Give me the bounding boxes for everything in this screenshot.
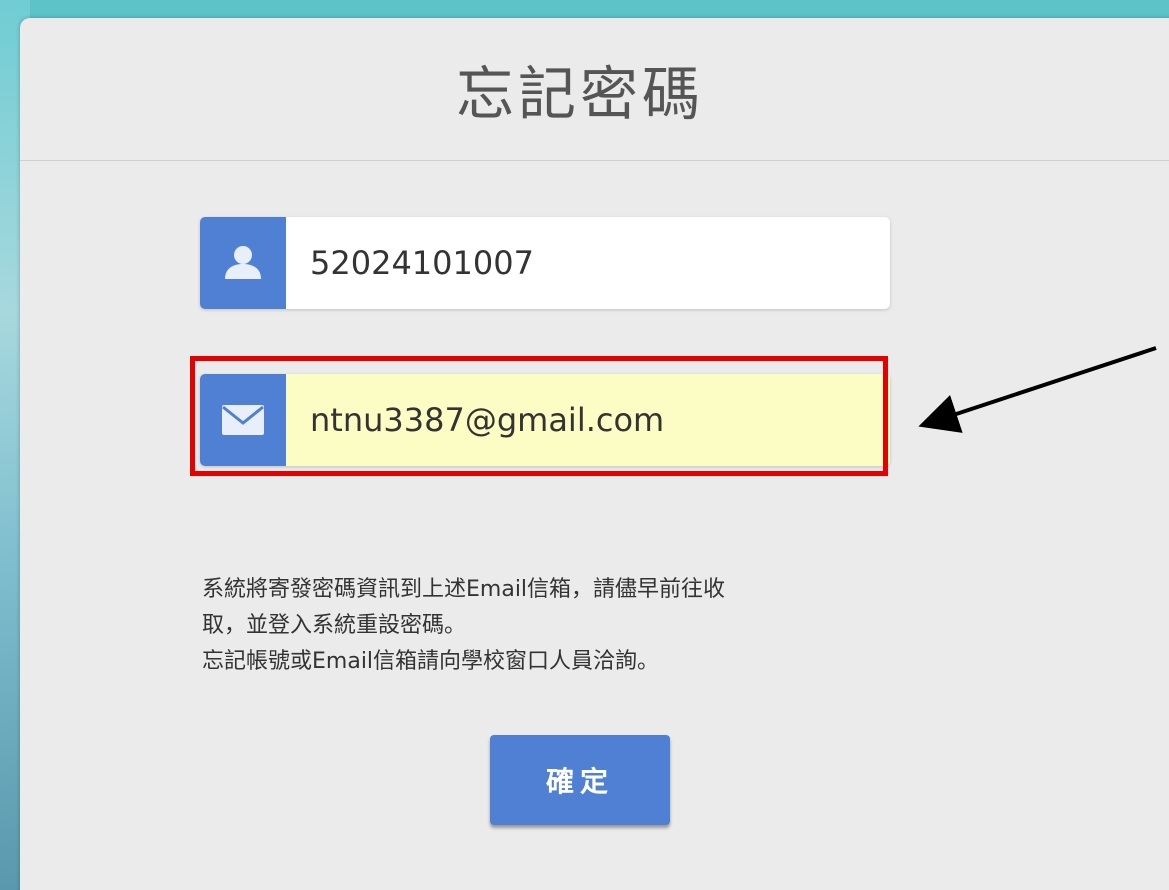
notice-line: 系統將寄發密碼資訊到上述Email信箱，請儘早前往收 [202, 577, 726, 602]
account-field[interactable]: 52024101007 [200, 217, 890, 309]
confirm-button[interactable]: 確定 [490, 735, 670, 825]
notice-line: 取，並登入系統重設密碼。 [202, 613, 467, 638]
highlight-box [190, 356, 888, 476]
account-input[interactable]: 52024101007 [286, 217, 890, 309]
notice-line: 忘記帳號或Email信箱請向學校窗口人員洽詢。 [202, 649, 660, 674]
account-addon [200, 217, 286, 309]
page-title: 忘記密碼 [455, 60, 704, 128]
panel-header: 忘記密碼 [20, 18, 1169, 161]
notice-text: 系統將寄發密碼資訊到上述Email信箱，請儘早前往收 取，並登入系統重設密碼。 … [202, 572, 942, 680]
user-icon [225, 246, 261, 279]
annotation-arrow [918, 346, 1157, 433]
